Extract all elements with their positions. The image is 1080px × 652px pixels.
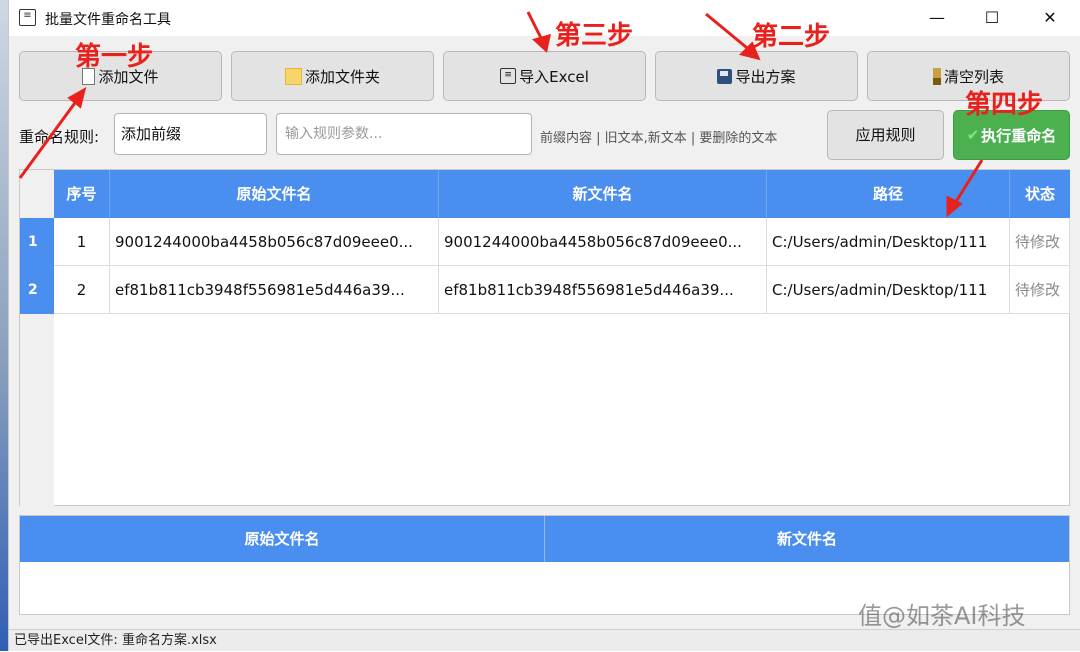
column-header-new[interactable]: 新文件名	[439, 170, 767, 218]
cell-new-name: ef81b811cb3948f556981e5d446a39...	[439, 266, 767, 314]
import-excel-button[interactable]: ≡ 导入Excel	[443, 51, 646, 101]
close-button[interactable]: ✕	[1027, 4, 1073, 32]
watermark: 值@如茶AI科技	[858, 602, 1026, 630]
checkmark-icon: ✔	[966, 126, 980, 144]
execute-rename-label: 执行重命名	[981, 126, 1057, 145]
column-header-original[interactable]: 原始文件名	[110, 170, 439, 218]
app-icon: ≡	[19, 9, 36, 26]
cell-original-name: ef81b811cb3948f556981e5d446a39...	[110, 266, 439, 314]
app-window: ≡ 批量文件重命名工具 — ☐ ✕ 添加文件 添加文件夹 ≡ 导入Excel 导…	[8, 0, 1080, 651]
add-folder-button[interactable]: 添加文件夹	[231, 51, 434, 101]
rule-hint: 前缀内容 | 旧文本,新文本 | 要删除的文本	[540, 131, 778, 146]
column-header-path[interactable]: 路径	[767, 170, 1010, 218]
column-header-index[interactable]: 序号	[54, 170, 110, 218]
save-icon	[717, 68, 733, 84]
broom-icon	[932, 67, 941, 85]
preview-header-new[interactable]: 新文件名	[545, 516, 1069, 562]
preview-header-original[interactable]: 原始文件名	[20, 516, 545, 562]
export-plan-button[interactable]: 导出方案	[655, 51, 858, 101]
cell-new-name: 9001244000ba4458b056c87d09eee0...	[439, 218, 767, 266]
cell-path: C:/Users/admin/Desktop/111	[767, 218, 1010, 266]
document-icon: ≡	[500, 68, 517, 84]
cell-status: 待修改	[1010, 266, 1070, 314]
step3-label: 第三步	[555, 21, 634, 51]
minimize-button[interactable]: —	[914, 4, 960, 32]
title-bar: ≡ 批量文件重命名工具 — ☐ ✕	[9, 0, 1080, 36]
window-title: 批量文件重命名工具	[45, 12, 171, 28]
cell-index: 2	[54, 266, 110, 314]
desktop-edge	[0, 0, 8, 651]
table-corner	[20, 170, 54, 218]
cell-status: 待修改	[1010, 218, 1070, 266]
rule-type-select[interactable]: 添加前缀	[114, 113, 267, 155]
maximize-button[interactable]: ☐	[969, 4, 1015, 32]
file-table: 序号 原始文件名 新文件名 路径 状态 1 1 9001244000ba4458…	[19, 169, 1070, 506]
import-excel-label: 导入Excel	[519, 67, 589, 86]
rule-label: 重命名规则:	[19, 128, 100, 146]
add-folder-label: 添加文件夹	[304, 67, 380, 86]
cell-path: C:/Users/admin/Desktop/111	[767, 266, 1010, 314]
column-header-status[interactable]: 状态	[1010, 170, 1070, 218]
status-bar: 已导出Excel文件: 重命名方案.xlsx	[9, 629, 1080, 651]
folder-icon	[284, 67, 302, 85]
rule-param-input[interactable]: 输入规则参数...	[276, 113, 532, 155]
apply-rule-button[interactable]: 应用规则	[827, 110, 944, 160]
step4-label: 第四步	[965, 90, 1044, 120]
cell-index: 1	[54, 218, 110, 266]
step1-label: 第一步	[75, 42, 154, 72]
step2-label: 第二步	[752, 22, 831, 52]
export-plan-label: 导出方案	[735, 67, 796, 86]
table-gutter	[20, 314, 54, 506]
row-number[interactable]: 2	[20, 266, 54, 314]
row-number[interactable]: 1	[20, 218, 54, 266]
cell-original-name: 9001244000ba4458b056c87d09eee0...	[110, 218, 439, 266]
